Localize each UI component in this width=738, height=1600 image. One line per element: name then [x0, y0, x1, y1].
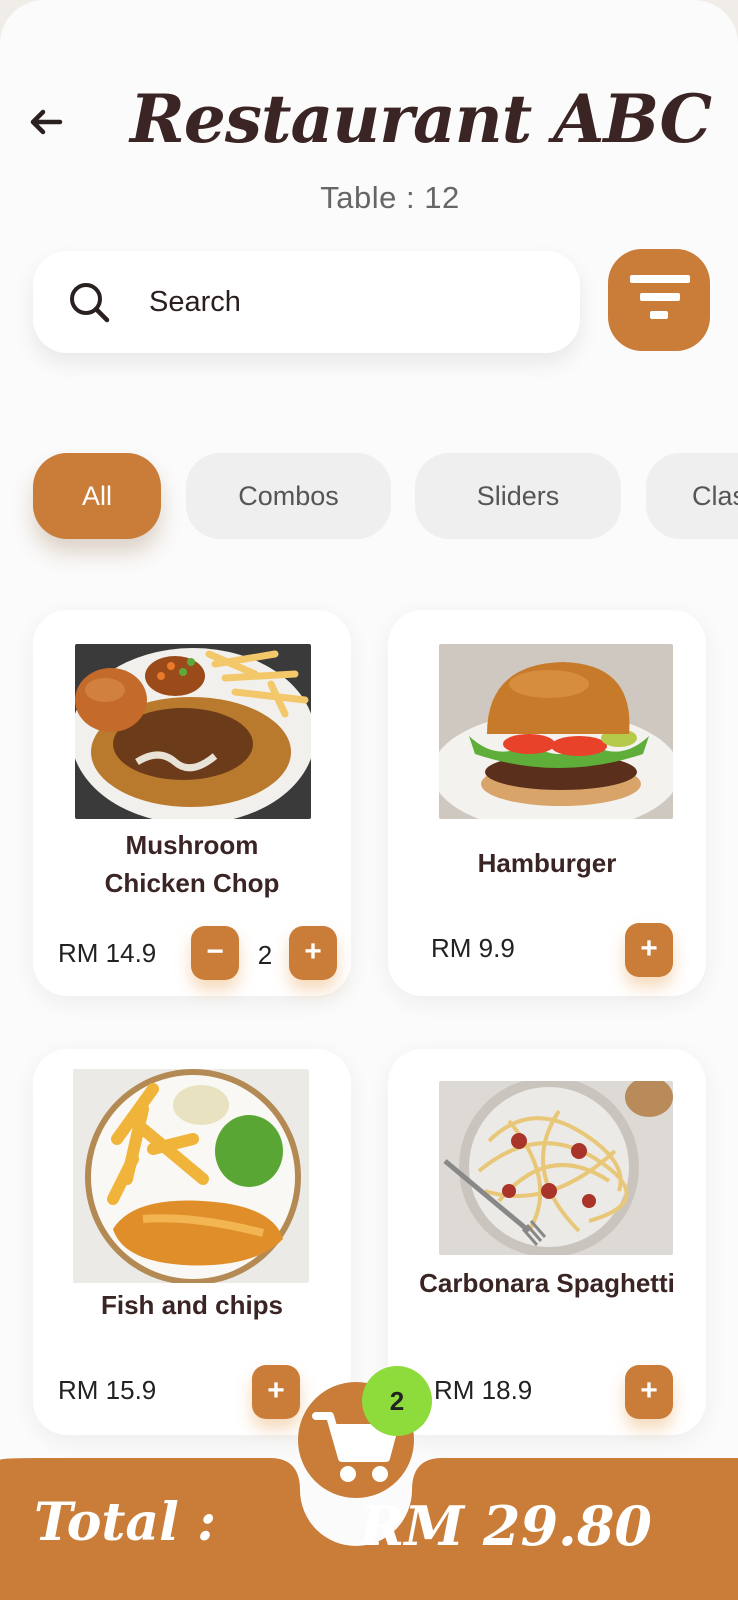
tab-sliders[interactable]: Sliders — [415, 453, 621, 539]
quantity-value: 2 — [257, 940, 273, 970]
food-price: RM 15.9 — [58, 1375, 157, 1405]
filter-button[interactable] — [608, 249, 710, 351]
food-price: RM 9.9 — [431, 933, 515, 963]
total-label: Total : — [34, 1492, 217, 1553]
add-to-cart-button[interactable]: + — [252, 1365, 300, 1419]
food-price: RM 14.9 — [58, 938, 157, 968]
increase-qty-button[interactable]: + — [289, 926, 337, 980]
back-arrow-icon[interactable] — [26, 102, 66, 142]
tab-all[interactable]: All — [33, 453, 161, 539]
food-image-hamburger — [439, 644, 673, 819]
search-icon — [70, 283, 110, 323]
food-image-chicken-chop — [75, 644, 311, 819]
total-amount: RM 29.80 — [359, 1494, 652, 1558]
food-name-line1: Mushroom — [125, 830, 259, 860]
screen: Restaurant ABC Table : 12 All Combos Sli… — [0, 0, 738, 1600]
food-name-line2: Chicken Chop — [104, 868, 280, 898]
decrease-qty-button[interactable]: − — [191, 926, 239, 980]
search-input[interactable] — [149, 277, 549, 327]
food-price: RM 18.9 — [434, 1375, 533, 1405]
category-tabs: All Combos Sliders Clas — [0, 453, 738, 543]
food-name: Carbonara Spaghetti — [419, 1268, 675, 1298]
menu-card-fish-and-chips[interactable]: Fish and chips RM 15.9 + — [33, 1049, 351, 1435]
menu-card-carbonara-spaghetti[interactable]: Carbonara Spaghetti RM 18.9 + — [388, 1049, 706, 1435]
search-bar — [33, 251, 580, 353]
food-name: Fish and chips — [100, 1290, 284, 1320]
tab-combos[interactable]: Combos — [186, 453, 391, 539]
add-to-cart-button[interactable]: + — [625, 923, 673, 977]
tab-classic[interactable]: Clas — [646, 453, 738, 539]
menu-card-mushroom-chicken-chop[interactable]: Mushroom Chicken Chop RM 14.9 − 2 + — [33, 610, 351, 996]
food-name: Hamburger — [477, 848, 617, 878]
food-image-fish-and-chips — [73, 1069, 309, 1283]
menu-card-hamburger[interactable]: Hamburger RM 9.9 + — [388, 610, 706, 996]
cart-count-badge: 2 — [362, 1366, 432, 1436]
restaurant-title: Restaurant ABC — [130, 80, 712, 158]
add-to-cart-button[interactable]: + — [625, 1365, 673, 1419]
table-number: Table : 12 — [320, 180, 460, 215]
food-image-carbonara — [439, 1081, 673, 1255]
